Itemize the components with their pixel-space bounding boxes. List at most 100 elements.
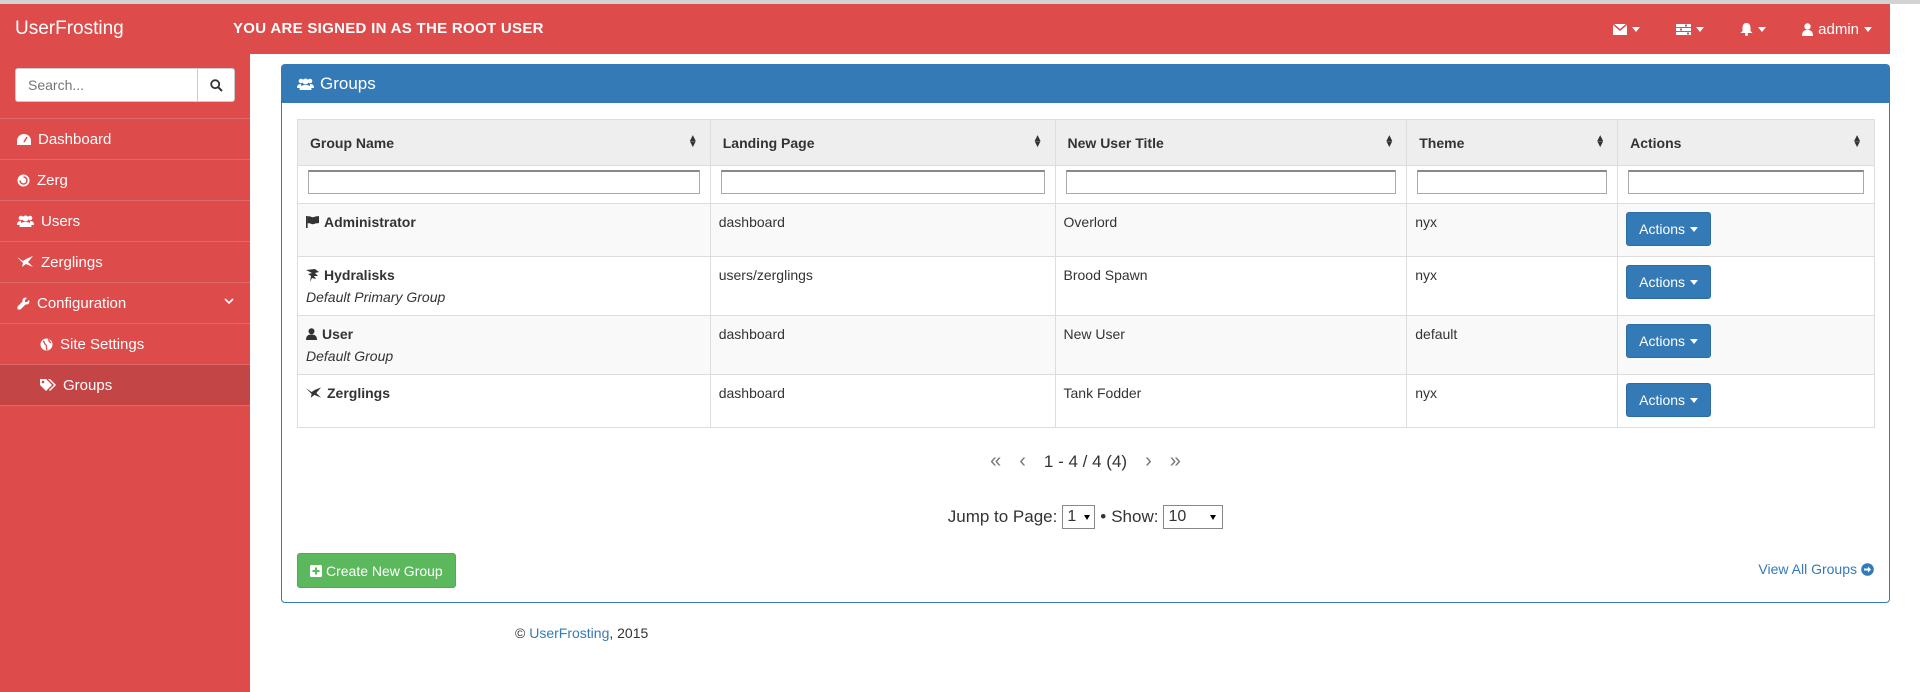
separator: • [1100,507,1107,526]
copyright-symbol: © [515,625,526,641]
create-group-label: Create New Group [326,562,443,579]
sidebar-item-zerg[interactable]: Zerg [0,159,250,200]
landing-page-cell: dashboard [709,203,1056,257]
sidebar-item-label: Groups [63,376,113,394]
top-header: UserFrosting YOU ARE SIGNED IN AS THE RO… [0,4,1890,54]
column-header-new-user-title[interactable]: New User Title ▲ ▼ [1054,119,1408,166]
group-name-cell: Administrator [297,203,711,257]
actions-cell: Actions [1617,374,1875,428]
column-header-landing-page[interactable]: Landing Page ▲ ▼ [709,119,1056,166]
search-button[interactable] [197,68,235,102]
messages-menu[interactable] [1595,4,1658,54]
column-label: Theme [1419,134,1465,151]
column-label: Landing Page [722,134,815,151]
actions-button[interactable]: Actions [1626,212,1712,246]
page-size-value: 10 [1168,508,1187,525]
jump-page-select[interactable]: 1 [1062,505,1096,529]
filter-new-user-title-input[interactable] [1065,170,1397,194]
sidebar-item-groups[interactable]: Groups [0,364,250,405]
brand-logo[interactable]: UserFrosting [15,4,124,54]
group-name: Administrator [306,214,702,230]
sidebar-item-configuration[interactable]: Configuration [0,282,250,323]
sidebar-item-users[interactable]: Users [0,200,250,241]
tasks-menu[interactable] [1658,4,1722,54]
column-header-actions[interactable]: Actions ▲ ▼ [1617,119,1875,166]
group-name-text[interactable]: Zerglings [327,385,390,401]
page-size-select[interactable]: 10 [1163,505,1224,529]
sidebar-menu: Dashboard Zerg Users Zerglings Configura… [0,118,250,406]
last-page-button[interactable]: » [1170,450,1181,473]
users-icon [297,78,314,90]
group-name-text[interactable]: Administrator [324,214,416,230]
sidebar-item-label: Zerglings [41,253,103,271]
chevron-down-icon [1690,279,1699,285]
plus-square-icon [310,564,322,577]
column-label: Group Name [310,134,395,151]
chevron-down-icon [1696,26,1705,32]
footer-year: , 2015 [609,625,649,641]
sidebar-item-label: Users [41,212,81,230]
chevron-down-icon [1210,514,1217,520]
filter-cell [709,165,1056,204]
user-icon [1802,22,1814,36]
filter-actions-input[interactable] [1628,170,1864,194]
chevron-down-icon [1864,26,1872,32]
chevron-down-icon [1632,26,1641,32]
column-label: New User Title [1067,134,1164,151]
actions-cell: Actions [1617,203,1875,257]
first-page-button[interactable]: « [990,450,1001,473]
group-name: Zerglings [306,385,702,401]
filter-cell [1617,165,1875,204]
sort-icon: ▲ ▼ [1852,133,1862,150]
landing-page-cell: users/zerglings [709,256,1056,316]
chevron-down-icon [1758,26,1767,32]
actions-label: Actions [1639,333,1686,349]
filter-cell [1054,165,1408,204]
column-header-group-name[interactable]: Group Name ▲ ▼ [297,119,711,166]
new-user-title-cell: Brood Spawn [1054,256,1408,316]
prev-page-button[interactable]: ‹ [1019,450,1026,473]
actions-button[interactable]: Actions [1626,383,1712,417]
group-name-cell: Hydralisks Default Primary Group [297,256,711,316]
footer-link[interactable]: UserFrosting [529,625,609,641]
tasks-icon [1676,23,1692,35]
sidebar-item-site-settings[interactable]: Site Settings [0,323,250,364]
sidebar-item-label: Zerg [37,171,68,189]
search-input[interactable] [15,68,197,102]
alerts-menu[interactable] [1722,4,1784,54]
table-row: Zerglings dashboard Tank Fodder nyx Acti… [297,374,1875,428]
actions-button[interactable]: Actions [1626,265,1712,299]
user-icon [306,328,317,340]
group-subtitle: Default Group [306,348,394,364]
sidebar-item-label: Site Settings [60,335,145,353]
group-name-text[interactable]: User [322,326,353,342]
actions-button[interactable]: Actions [1626,324,1712,358]
view-all-groups-link[interactable]: View All Groups [1758,561,1874,577]
actions-label: Actions [1639,392,1686,408]
theme-cell: nyx [1406,256,1619,316]
next-page-button[interactable]: › [1145,450,1152,473]
actions-label: Actions [1639,274,1686,290]
groups-table: Group Name ▲ ▼ Landing Page ▲ ▼ New User Tit… [297,119,1875,428]
column-label: Actions [1630,134,1682,151]
panel-heading: Groups [282,65,1889,103]
pager-range: 1 - 4 / 4 (4) [1043,451,1128,471]
sidebar-item-zerglings[interactable]: Zerglings [0,241,250,282]
column-header-theme[interactable]: Theme ▲ ▼ [1406,119,1619,166]
sidebar-item-dashboard[interactable]: Dashboard [0,118,250,159]
group-name-text[interactable]: Hydralisks [324,267,395,283]
chevron-down-icon [1084,514,1091,520]
filter-group-name-input[interactable] [308,170,700,194]
user-menu[interactable]: admin [1784,4,1890,54]
create-group-button[interactable]: Create New Group [297,553,456,588]
group-name-cell: Zerglings [297,374,711,428]
dashboard-icon [17,133,31,145]
landing-page-cell: dashboard [709,374,1056,428]
jump-page-value: 1 [1067,508,1077,525]
filter-landing-page-input[interactable] [720,170,1045,194]
user-name: admin [1818,20,1859,38]
globe-icon [40,338,53,350]
zergling-icon [17,256,33,267]
filter-theme-input[interactable] [1417,170,1608,194]
header-nav: admin [1595,4,1890,54]
